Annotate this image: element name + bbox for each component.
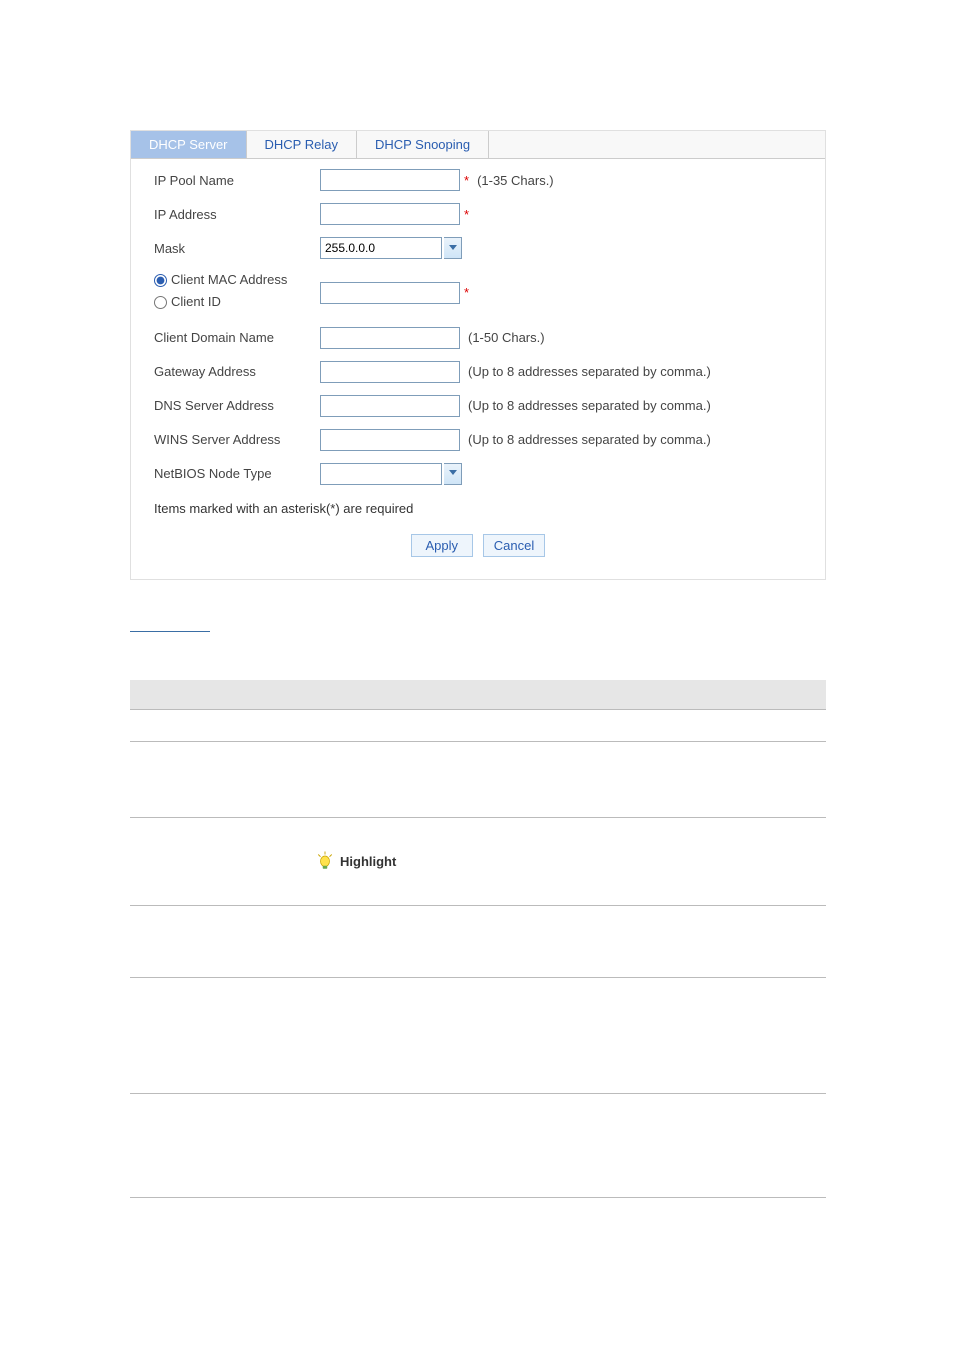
hint-dns: (Up to 8 addresses separated by comma.): [468, 398, 711, 413]
link-placeholder: [130, 620, 954, 640]
dns-input[interactable]: [320, 395, 460, 417]
required-note: Items marked with an asterisk(*) are req…: [146, 497, 810, 528]
asterisk-icon: *: [464, 173, 469, 188]
label-mask: Mask: [146, 241, 320, 256]
gateway-input[interactable]: [320, 361, 460, 383]
form-body: IP Pool Name * (1-35 Chars.) IP Address …: [131, 159, 825, 579]
tabs-filler: [489, 131, 825, 158]
hint-ip-pool-name: (1-35 Chars.): [477, 173, 554, 188]
highlight-label: Highlight: [340, 854, 396, 869]
client-binding-input[interactable]: [320, 282, 460, 304]
table-cell: [310, 906, 826, 978]
table-row: [130, 710, 310, 742]
mask-dropdown-button[interactable]: [444, 237, 462, 259]
table-cell: [310, 978, 826, 1094]
hint-gateway: (Up to 8 addresses separated by comma.): [468, 364, 711, 379]
table-cell: [310, 1094, 826, 1198]
radio-client-mac[interactable]: [154, 274, 167, 287]
table-row: [130, 1094, 310, 1198]
desc-header-right: [310, 680, 826, 710]
label-dns: DNS Server Address: [146, 398, 320, 413]
table-cell-highlight: Highlight: [310, 818, 826, 906]
label-ip-pool-name: IP Pool Name: [146, 173, 320, 188]
table-cell: [310, 710, 826, 742]
config-panel: DHCP Server DHCP Relay DHCP Snooping IP …: [130, 130, 826, 580]
radio-client-mac-label: Client MAC Address: [171, 271, 287, 290]
table-cell: [310, 742, 826, 818]
label-gateway: Gateway Address: [146, 364, 320, 379]
label-netbios: NetBIOS Node Type: [146, 466, 320, 481]
tab-dhcp-server[interactable]: DHCP Server: [131, 131, 247, 158]
table-row: [130, 742, 310, 818]
tabs-bar: DHCP Server DHCP Relay DHCP Snooping: [131, 131, 825, 159]
radio-client-id-label: Client ID: [171, 293, 221, 312]
label-ip-address: IP Address: [146, 207, 320, 222]
ip-pool-name-input[interactable]: [320, 169, 460, 191]
lightbulb-icon: [316, 851, 334, 873]
link-underline[interactable]: [130, 631, 210, 632]
chevron-down-icon: [449, 245, 457, 252]
table-row: [130, 818, 310, 906]
mask-input[interactable]: [320, 237, 442, 259]
asterisk-icon: *: [464, 285, 469, 300]
hint-client-domain: (1-50 Chars.): [468, 330, 545, 345]
chevron-down-icon: [449, 470, 457, 477]
asterisk-icon: *: [464, 207, 469, 222]
wins-input[interactable]: [320, 429, 460, 451]
label-client-binding: Client MAC Address Client ID: [146, 271, 320, 315]
label-wins: WINS Server Address: [146, 432, 320, 447]
tab-dhcp-snooping[interactable]: DHCP Snooping: [357, 131, 489, 158]
label-client-domain: Client Domain Name: [146, 330, 320, 345]
table-row: [130, 978, 310, 1094]
tab-dhcp-relay[interactable]: DHCP Relay: [247, 131, 357, 158]
apply-button[interactable]: Apply: [411, 534, 473, 557]
cancel-button[interactable]: Cancel: [483, 534, 545, 557]
ip-address-input[interactable]: [320, 203, 460, 225]
hint-wins: (Up to 8 addresses separated by comma.): [468, 432, 711, 447]
netbios-input[interactable]: [320, 463, 442, 485]
desc-header-left: [130, 680, 310, 710]
table-row: [130, 906, 310, 978]
client-domain-input[interactable]: [320, 327, 460, 349]
radio-client-id[interactable]: [154, 296, 167, 309]
description-table: Highlight: [130, 680, 826, 1199]
netbios-dropdown-button[interactable]: [444, 463, 462, 485]
